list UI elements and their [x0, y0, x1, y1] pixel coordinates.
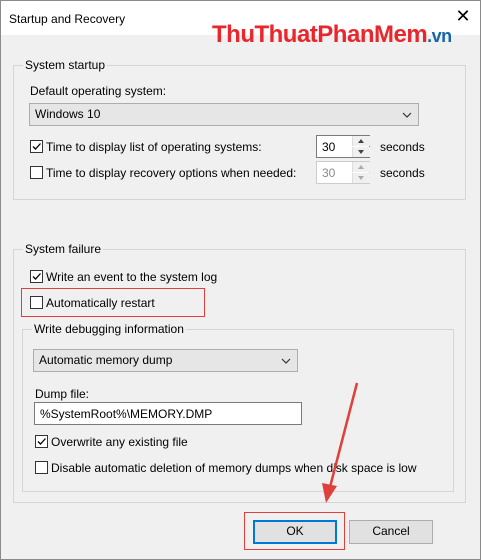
display-list-value: 30 — [322, 140, 336, 154]
default-os-value: Windows 10 — [35, 107, 101, 121]
default-os-select[interactable]: Windows 10 — [29, 103, 419, 126]
recovery-options-label: Time to display recovery options when ne… — [46, 166, 297, 180]
dump-type-select[interactable]: Automatic memory dump — [33, 349, 298, 372]
spin-up-button[interactable] — [352, 136, 370, 146]
debugging-legend: Write debugging information — [32, 322, 186, 336]
arrow-down-icon — [358, 150, 364, 154]
spin-down-button[interactable] — [352, 173, 370, 183]
chevron-down-icon — [402, 112, 412, 118]
checkmark-icon — [32, 143, 41, 150]
close-icon[interactable]: ✕ — [455, 7, 471, 25]
checkmark-icon — [32, 273, 41, 280]
write-event-label: Write an event to the system log — [46, 270, 218, 284]
cancel-button[interactable]: Cancel — [349, 520, 433, 544]
auto-restart-label: Automatically restart — [46, 296, 155, 310]
write-event-checkbox[interactable] — [30, 270, 43, 283]
arrow-down-icon — [358, 176, 364, 180]
chevron-down-icon — [281, 358, 291, 364]
overwrite-checkbox[interactable] — [35, 435, 48, 448]
dump-file-input[interactable]: %SystemRoot%\MEMORY.DMP — [34, 402, 302, 425]
dump-type-value: Automatic memory dump — [39, 353, 173, 367]
watermark-brand: ThuThuatPhanMem — [212, 21, 428, 48]
overwrite-label: Overwrite any existing file — [51, 435, 188, 449]
startup-recovery-dialog: Startup and Recovery ✕ ThuThuatPhanMem.v… — [0, 0, 481, 560]
annotation-arrow — [322, 382, 359, 503]
system-startup-legend: System startup — [23, 58, 108, 72]
watermark-tld: .vn — [427, 26, 452, 46]
arrow-up-icon — [358, 165, 364, 169]
auto-restart-checkbox[interactable] — [30, 296, 43, 309]
display-list-checkbox[interactable] — [30, 140, 43, 153]
watermark-logo: ThuThuatPhanMem.vn — [212, 21, 452, 50]
display-list-unit: seconds — [380, 140, 425, 154]
checkmark-icon — [37, 438, 46, 445]
disable-delete-checkbox[interactable] — [35, 461, 48, 474]
recovery-options-checkbox[interactable] — [30, 166, 43, 179]
recovery-options-spinner[interactable]: 30 — [316, 161, 370, 184]
default-os-label: Default operating system: — [30, 84, 167, 98]
dump-file-label: Dump file: — [35, 387, 90, 401]
display-list-label: Time to display list of operating system… — [46, 140, 262, 154]
recovery-options-value: 30 — [322, 166, 336, 180]
window-title: Startup and Recovery — [9, 12, 126, 26]
spin-down-button[interactable] — [352, 147, 370, 157]
dump-file-value: %SystemRoot%\MEMORY.DMP — [40, 407, 213, 421]
spin-up-button[interactable] — [352, 162, 370, 172]
system-failure-legend: System failure — [23, 242, 104, 256]
ok-button[interactable]: OK — [253, 520, 337, 544]
recovery-options-unit: seconds — [380, 166, 425, 180]
display-list-spinner[interactable]: 30 — [316, 135, 370, 158]
arrow-up-icon — [358, 139, 364, 143]
